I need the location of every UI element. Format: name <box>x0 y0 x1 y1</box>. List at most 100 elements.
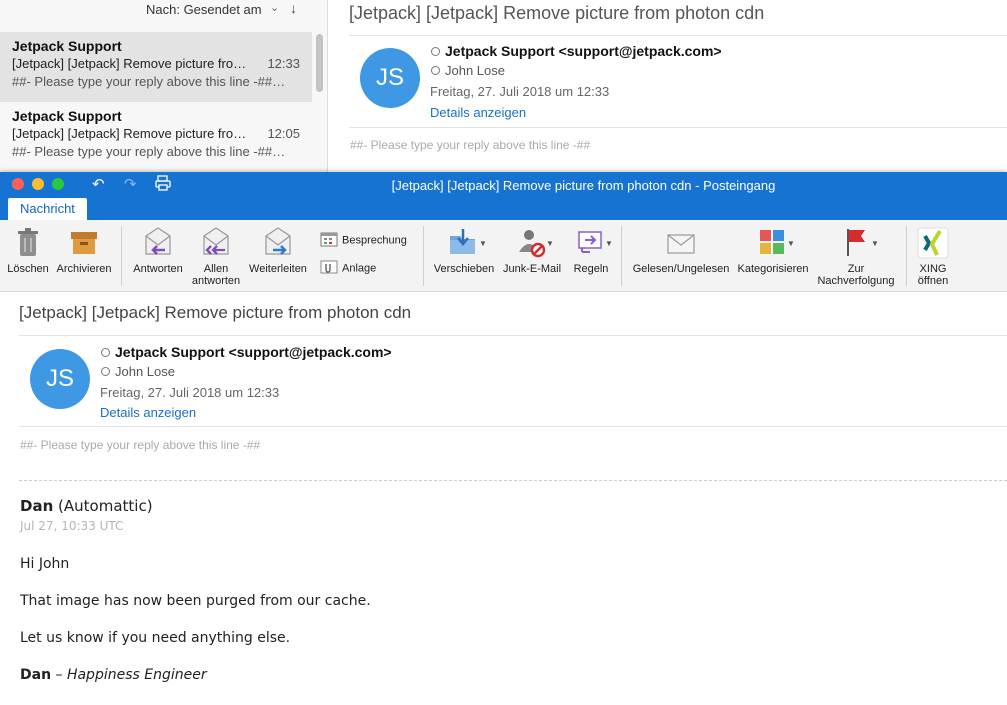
junk-button[interactable]: Junk-E-Mail <box>499 226 565 275</box>
body-line-1: That image has now been purged from our … <box>20 593 371 609</box>
archive-button[interactable]: Archivieren <box>54 226 114 275</box>
from-address[interactable]: Jetpack Support <support@jetpack.com> <box>115 344 392 360</box>
presence-icon <box>101 367 110 376</box>
xing-button[interactable]: XING öffnen <box>911 226 955 287</box>
signature-role: Happiness Engineer <box>66 667 207 683</box>
message-list: Nach: Gesendet am ⌄ ↓ Jetpack Support [J… <box>0 0 328 172</box>
author-org: (Automattic) <box>58 497 153 515</box>
comment-author: Dan (Automattic) <box>20 497 153 515</box>
chevron-down-icon[interactable]: ▼ <box>871 239 879 248</box>
divider <box>19 480 1007 481</box>
rules-button[interactable]: Regeln <box>570 226 612 275</box>
to-line: John Lose <box>101 364 175 379</box>
categorize-label: Kategorisieren <box>737 263 809 275</box>
envelope-icon <box>630 226 732 260</box>
list-item-subject: [Jetpack] [Jetpack] Remove picture fro… <box>12 56 247 71</box>
list-item-time: 12:05 <box>267 126 300 141</box>
reply-line: ##- Please type your reply above this li… <box>20 438 261 452</box>
from-line: Jetpack Support <support@jetpack.com> <box>431 43 722 59</box>
signature: Dan – Happiness Engineer <box>20 667 207 683</box>
divider <box>349 127 1007 128</box>
trash-icon <box>5 226 51 260</box>
reply-all-label-1: Allen <box>203 263 229 275</box>
xing-label-1: XING <box>919 263 947 275</box>
read-unread-button[interactable]: Gelesen/Ungelesen <box>630 226 732 275</box>
divider <box>621 226 622 286</box>
forward-button[interactable]: Weiterleiten <box>246 226 310 275</box>
to-line: John Lose <box>431 63 505 78</box>
xing-label-2: öffnen <box>917 275 949 287</box>
body-greeting: Hi John <box>20 556 70 572</box>
categories-icon <box>735 226 811 260</box>
list-item-time: 12:33 <box>267 56 300 71</box>
chevron-down-icon[interactable]: ▼ <box>787 239 795 248</box>
list-item[interactable]: Jetpack Support [Jetpack] [Jetpack] Remo… <box>0 32 312 102</box>
xing-icon <box>911 226 955 260</box>
meeting-button[interactable]: Besprechung <box>320 231 407 250</box>
title-bar: ↶ ↷ [Jetpack] [Jetpack] Remove picture f… <box>0 172 1007 198</box>
ribbon: Löschen Archivieren Antworten Allen antw… <box>0 220 1007 292</box>
comment-timestamp: Jul 27, 10:33 UTC <box>20 519 124 533</box>
sort-bar[interactable]: Nach: Gesendet am ⌄ ↓ <box>0 0 328 22</box>
delete-button[interactable]: Löschen <box>5 226 51 275</box>
followup-button[interactable]: Zur Nachverfolgung <box>813 226 899 287</box>
reply-all-icon <box>189 226 243 260</box>
presence-icon <box>431 66 440 75</box>
body-line-2: Let us know if you need anything else. <box>20 630 291 646</box>
paperclip-icon <box>320 259 338 278</box>
scrollbar-thumb[interactable] <box>316 34 323 92</box>
divider <box>423 226 424 286</box>
move-label: Verschieben <box>433 263 495 275</box>
attachment-button[interactable]: Anlage <box>320 259 376 278</box>
archive-box-icon <box>54 226 114 260</box>
attachment-label: Anlage <box>342 262 377 275</box>
details-link[interactable]: Details anzeigen <box>430 105 526 120</box>
ribbon-tabs: Nachricht <box>0 198 1007 220</box>
recipient-name[interactable]: John Lose <box>445 63 505 78</box>
recipient-name[interactable]: John Lose <box>115 364 175 379</box>
from-line: Jetpack Support <support@jetpack.com> <box>101 344 392 360</box>
list-item-preview: ##- Please type your reply above this li… <box>12 144 286 159</box>
sort-label[interactable]: Nach: Gesendet am <box>146 2 262 17</box>
chevron-down-icon[interactable]: ⌄ <box>270 1 279 14</box>
list-item[interactable]: Jetpack Support [Jetpack] [Jetpack] Remo… <box>0 102 312 172</box>
divider <box>121 226 122 286</box>
meeting-label: Besprechung <box>342 234 407 247</box>
signature-separator: – <box>55 667 63 683</box>
chevron-down-icon[interactable]: ▼ <box>546 239 554 248</box>
chevron-down-icon[interactable]: ▼ <box>479 239 487 248</box>
forward-label: Weiterleiten <box>249 263 307 275</box>
list-item-sender: Jetpack Support <box>12 108 122 124</box>
list-item-sender: Jetpack Support <box>12 38 122 54</box>
junk-block-icon <box>499 226 565 260</box>
forward-icon <box>246 226 310 260</box>
followup-label-1: Zur <box>847 263 865 275</box>
background-subject: [Jetpack] [Jetpack] Remove picture from … <box>349 3 765 23</box>
rules-label: Regeln <box>573 263 609 275</box>
chevron-down-icon[interactable]: ▼ <box>605 239 613 248</box>
junk-label: Junk-E-Mail <box>502 263 562 275</box>
reply-button[interactable]: Antworten <box>129 226 187 275</box>
sort-direction-icon[interactable]: ↓ <box>290 0 297 16</box>
reply-all-button[interactable]: Allen antworten <box>189 226 243 287</box>
details-link[interactable]: Details anzeigen <box>100 405 196 420</box>
read-unread-label: Gelesen/Ungelesen <box>632 263 730 275</box>
tab-nachricht[interactable]: Nachricht <box>8 198 87 220</box>
avatar: JS <box>30 349 90 409</box>
background-window: Nach: Gesendet am ⌄ ↓ Jetpack Support [J… <box>0 0 1007 172</box>
reply-line: ##- Please type your reply above this li… <box>350 138 591 152</box>
presence-icon <box>431 47 440 56</box>
presence-icon <box>101 348 110 357</box>
message-window: ↶ ↷ [Jetpack] [Jetpack] Remove picture f… <box>0 172 1007 705</box>
move-folder-icon <box>431 226 497 260</box>
message-subject: [Jetpack] [Jetpack] Remove picture from … <box>19 303 412 322</box>
divider <box>19 335 1007 336</box>
reading-pane: [Jetpack] [Jetpack] Remove picture from … <box>0 293 1007 705</box>
categorize-button[interactable]: Kategorisieren <box>735 226 811 275</box>
move-button[interactable]: Verschieben <box>431 226 497 275</box>
from-address[interactable]: Jetpack Support <support@jetpack.com> <box>445 43 722 59</box>
divider <box>349 35 1007 36</box>
reply-all-label-2: antworten <box>191 275 241 287</box>
date-line: Freitag, 27. Juli 2018 um 12:33 <box>430 84 610 99</box>
list-item-preview: ##- Please type your reply above this li… <box>12 74 286 89</box>
